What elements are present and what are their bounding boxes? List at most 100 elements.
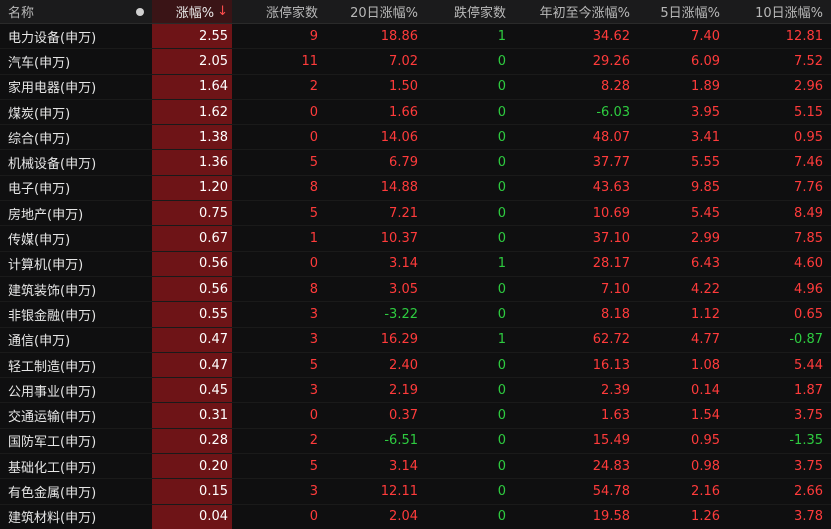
row-change-5d: 0.14 <box>691 382 720 398</box>
header-change-5d[interactable]: 5日涨幅% <box>634 0 724 23</box>
row-limit-down: 0 <box>497 458 506 474</box>
row-change: 0.45 <box>152 378 232 403</box>
row-ytd: 1.63 <box>601 408 630 424</box>
table-row[interactable]: 计算机(申万) 0.56 0 3.14 1 28.17 6.43 4.60 <box>0 251 831 277</box>
row-ytd: 2.39 <box>601 382 630 398</box>
header-dot[interactable] <box>128 0 152 23</box>
header-name[interactable]: 名称 <box>0 0 128 23</box>
row-dot <box>128 429 152 453</box>
sort-desc-icon: ↓ <box>217 4 228 19</box>
row-change-5d: 1.26 <box>691 509 720 525</box>
row-change: 0.55 <box>152 302 232 327</box>
row-ytd: 8.18 <box>601 306 630 322</box>
row-limit-up: 8 <box>309 281 318 297</box>
table-row[interactable]: 综合(申万) 1.38 0 14.06 0 48.07 3.41 0.95 <box>0 125 831 151</box>
row-change: 1.36 <box>152 150 232 175</box>
row-change-5d: 4.77 <box>691 332 720 348</box>
row-ytd: 7.10 <box>601 281 630 297</box>
header-change-10d[interactable]: 10日涨幅% <box>724 0 831 23</box>
row-name: 轻工制造(申万) <box>8 359 97 375</box>
row-ytd: 28.17 <box>592 256 630 272</box>
table-row[interactable]: 电力设备(申万) 2.55 9 18.86 1 34.62 7.40 12.81 <box>0 24 831 50</box>
row-change-5d: 1.12 <box>691 306 720 322</box>
row-limit-up: 0 <box>309 408 318 424</box>
row-change-10d: 7.76 <box>794 180 823 196</box>
table-row[interactable]: 通信(申万) 0.47 3 16.29 1 62.72 4.77 -0.87 <box>0 327 831 353</box>
row-limit-down: 0 <box>497 104 506 120</box>
row-ytd: 34.62 <box>592 28 630 44</box>
row-limit-up: 5 <box>309 205 318 221</box>
table-row[interactable]: 煤炭(申万) 1.62 0 1.66 0 -6.03 3.95 5.15 <box>0 99 831 126</box>
table-row[interactable]: 国防军工(申万) 0.28 2 -6.51 0 15.49 0.95 -1.35 <box>0 428 831 455</box>
row-limit-down: 0 <box>497 180 506 196</box>
row-limit-up: 0 <box>309 509 318 525</box>
table-row[interactable]: 电子(申万) 1.20 8 14.88 0 43.63 9.85 7.76 <box>0 175 831 202</box>
row-name: 房地产(申万) <box>8 207 84 223</box>
sector-table: 名称 涨幅% ↓ 涨停家数 20日涨幅% 跌停家数 年初至今涨幅% 5日涨幅% 1… <box>0 0 831 529</box>
row-dot <box>128 479 152 503</box>
row-limit-up: 3 <box>309 306 318 322</box>
table-row[interactable]: 机械设备(申万) 1.36 5 6.79 0 37.77 5.55 7.46 <box>0 150 831 176</box>
header-ytd[interactable]: 年初至今涨幅% <box>510 0 634 23</box>
row-limit-down: 1 <box>497 28 506 44</box>
table-row[interactable]: 建筑材料(申万) 0.04 0 2.04 0 19.58 1.26 3.78 <box>0 504 831 529</box>
row-change-5d: 7.40 <box>691 28 720 44</box>
row-limit-down: 1 <box>497 256 506 272</box>
row-change-10d: 3.75 <box>794 458 823 474</box>
table-row[interactable]: 交通运输(申万) 0.31 0 0.37 0 1.63 1.54 3.75 <box>0 403 831 429</box>
row-change: 1.64 <box>152 74 232 99</box>
row-name: 煤炭(申万) <box>8 106 71 122</box>
row-change: 1.20 <box>152 175 232 201</box>
header-limit-down[interactable]: 跌停家数 <box>422 0 510 23</box>
row-change-20d: 12.11 <box>380 483 418 499</box>
row-limit-down: 0 <box>497 231 506 247</box>
row-ytd: 37.10 <box>592 231 630 247</box>
row-change-20d: 2.40 <box>389 357 418 373</box>
row-change-10d: 4.96 <box>794 281 823 297</box>
table-row[interactable]: 公用事业(申万) 0.45 3 2.19 0 2.39 0.14 1.87 <box>0 378 831 404</box>
table-row[interactable]: 轻工制造(申万) 0.47 5 2.40 0 16.13 1.08 5.44 <box>0 352 831 379</box>
row-change: 0.15 <box>152 479 232 504</box>
row-dot <box>128 100 152 124</box>
row-change-5d: 6.43 <box>691 256 720 272</box>
row-name: 传媒(申万) <box>8 233 71 249</box>
row-change-10d: 7.52 <box>794 53 823 69</box>
row-limit-down: 0 <box>497 205 506 221</box>
row-change-5d: 1.54 <box>691 408 720 424</box>
table-row[interactable]: 汽车(申万) 2.05 11 7.02 0 29.26 6.09 7.52 <box>0 49 831 75</box>
table-row[interactable]: 传媒(申万) 0.67 1 10.37 0 37.10 2.99 7.85 <box>0 226 831 252</box>
row-ytd: 19.58 <box>592 509 630 525</box>
row-limit-up: 5 <box>309 357 318 373</box>
row-name: 公用事业(申万) <box>8 384 97 400</box>
row-limit-down: 0 <box>497 382 506 398</box>
table-row[interactable]: 基础化工(申万) 0.20 5 3.14 0 24.83 0.98 3.75 <box>0 454 831 480</box>
row-limit-up: 3 <box>309 483 318 499</box>
row-dot <box>128 277 152 301</box>
row-limit-up: 2 <box>309 79 318 95</box>
row-change: 1.62 <box>152 99 232 125</box>
row-dot <box>128 328 152 352</box>
table-row[interactable]: 建筑装饰(申万) 0.56 8 3.05 0 7.10 4.22 4.96 <box>0 276 831 303</box>
row-dot <box>128 505 152 529</box>
row-change-5d: 5.55 <box>691 155 720 171</box>
row-name: 电子(申万) <box>8 182 71 198</box>
row-change-5d: 1.89 <box>691 79 720 95</box>
row-ytd: 48.07 <box>592 129 630 145</box>
row-limit-up: 0 <box>309 104 318 120</box>
table-row[interactable]: 房地产(申万) 0.75 5 7.21 0 10.69 5.45 8.49 <box>0 201 831 227</box>
row-ytd: 54.78 <box>592 483 630 499</box>
row-name: 通信(申万) <box>8 334 71 350</box>
table-row[interactable]: 非银金融(申万) 0.55 3 -3.22 0 8.18 1.12 0.65 <box>0 302 831 328</box>
row-limit-up: 5 <box>309 458 318 474</box>
table-row[interactable]: 有色金属(申万) 0.15 3 12.11 0 54.78 2.16 2.66 <box>0 479 831 505</box>
row-change-5d: 0.95 <box>691 433 720 449</box>
row-dot <box>128 403 152 427</box>
row-name: 机械设备(申万) <box>8 157 97 173</box>
row-name: 汽车(申万) <box>8 55 71 71</box>
header-limit-up[interactable]: 涨停家数 <box>232 0 322 23</box>
header-change[interactable]: 涨幅% ↓ <box>152 0 232 23</box>
row-change: 0.04 <box>152 504 232 529</box>
table-row[interactable]: 家用电器(申万) 1.64 2 1.50 0 8.28 1.89 2.96 <box>0 74 831 100</box>
row-change-20d: 1.50 <box>389 79 418 95</box>
header-change-20d[interactable]: 20日涨幅% <box>322 0 422 23</box>
